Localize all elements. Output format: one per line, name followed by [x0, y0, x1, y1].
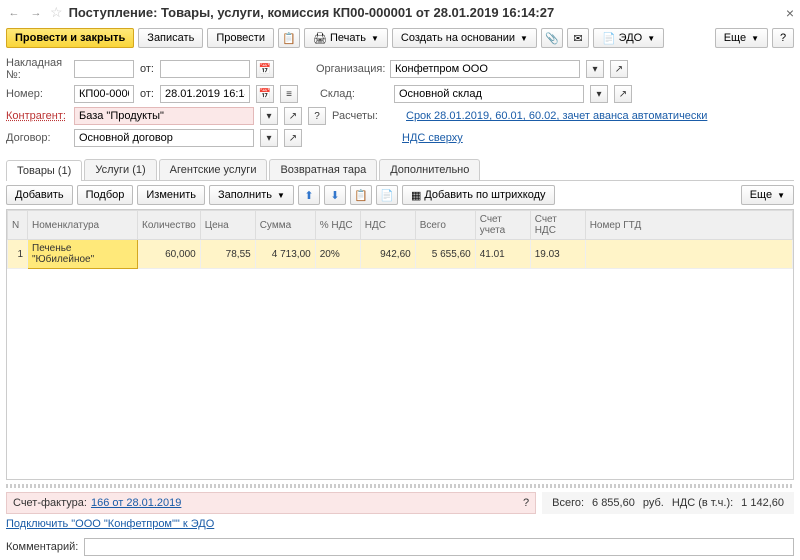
total-value: 6 855,60: [592, 497, 635, 509]
col-name[interactable]: Номенклатура: [28, 211, 138, 240]
grid-empty-area: [7, 269, 793, 479]
col-acct[interactable]: Счет учета: [475, 211, 530, 240]
post-button[interactable]: Провести: [207, 28, 274, 48]
print-button[interactable]: 🖨 Печать▼: [304, 28, 388, 48]
col-sum[interactable]: Сумма: [255, 211, 315, 240]
invoice-label: Накладная №:: [6, 57, 68, 81]
edit-button[interactable]: Изменить: [137, 185, 205, 205]
goods-table: N Номенклатура Количество Цена Сумма % Н…: [7, 210, 793, 269]
col-qty[interactable]: Количество: [138, 211, 201, 240]
counterparty-label: Контрагент:: [6, 110, 68, 122]
warehouse-label: Склад:: [320, 88, 388, 100]
tab-extra[interactable]: Дополнительно: [379, 159, 480, 180]
close-icon[interactable]: ×: [786, 5, 794, 21]
invoice-footer-label: Счет-фактура:: [13, 497, 87, 509]
contract-open[interactable]: ↗: [284, 129, 302, 147]
nav-forward[interactable]: →: [28, 5, 44, 21]
tab-services[interactable]: Услуги (1): [84, 159, 156, 180]
date-input[interactable]: [160, 85, 250, 103]
contract-dropdown[interactable]: ▾: [260, 129, 278, 147]
number-input[interactable]: [74, 85, 134, 103]
counterparty-input[interactable]: [74, 107, 254, 125]
vat-value: 1 142,60: [741, 497, 784, 509]
org-label: Организация:: [316, 63, 384, 75]
vat-mode-link[interactable]: НДС сверху: [402, 132, 463, 144]
comment-label: Комментарий:: [6, 541, 78, 553]
mail-icon[interactable]: ✉: [567, 28, 589, 48]
col-vatrate[interactable]: % НДС: [315, 211, 360, 240]
col-vat[interactable]: НДС: [360, 211, 415, 240]
date-extra[interactable]: ≡: [280, 85, 298, 103]
calendar-icon-2[interactable]: 📅: [256, 85, 274, 103]
from-label-1: от:: [140, 63, 154, 75]
report-icon[interactable]: 📋: [278, 28, 300, 48]
currency: руб.: [643, 497, 664, 509]
tab-agent[interactable]: Агентские услуги: [159, 159, 268, 180]
tab-goods[interactable]: Товары (1): [6, 160, 82, 181]
help-icon[interactable]: ?: [772, 28, 794, 48]
org-input[interactable]: [390, 60, 580, 78]
subtool-more-button[interactable]: Еще▼: [741, 185, 794, 205]
col-total[interactable]: Всего: [415, 211, 475, 240]
nav-back[interactable]: ←: [6, 5, 22, 21]
divider: [6, 484, 794, 488]
write-button[interactable]: Записать: [138, 28, 203, 48]
col-price[interactable]: Цена: [200, 211, 255, 240]
favorite-icon[interactable]: ☆: [50, 4, 63, 21]
connect-edo-link[interactable]: Подключить "ООО "Конфетпром"" к ЭДО: [6, 518, 214, 530]
from-label-2: от:: [140, 88, 154, 100]
invoice-footer-link[interactable]: 166 от 28.01.2019: [91, 497, 181, 509]
attach-icon[interactable]: 📎: [541, 28, 563, 48]
counterparty-help[interactable]: ?: [308, 107, 326, 125]
tab-returnable[interactable]: Возвратная тара: [269, 159, 377, 180]
edo-button[interactable]: 📄 ЭДО▼: [593, 28, 664, 48]
post-close-button[interactable]: Провести и закрыть: [6, 28, 134, 48]
contract-input[interactable]: [74, 129, 254, 147]
warehouse-input[interactable]: [394, 85, 584, 103]
calendar-icon-1[interactable]: 📅: [256, 60, 274, 78]
comment-input[interactable]: [84, 538, 794, 556]
org-dropdown[interactable]: ▾: [586, 60, 604, 78]
col-gtd[interactable]: Номер ГТД: [585, 211, 792, 240]
invoice-number-input[interactable]: [74, 60, 134, 78]
add-button[interactable]: Добавить: [6, 185, 73, 205]
invoice-date-input[interactable]: [160, 60, 250, 78]
more-button[interactable]: Еще▼: [715, 28, 768, 48]
counterparty-open[interactable]: ↗: [284, 107, 302, 125]
invoice-help[interactable]: ?: [523, 497, 529, 509]
create-based-button[interactable]: Создать на основании▼: [392, 28, 537, 48]
window-title: Поступление: Товары, услуги, комиссия КП…: [69, 5, 780, 20]
fill-button[interactable]: Заполнить▼: [209, 185, 294, 205]
col-n[interactable]: N: [8, 211, 28, 240]
add-barcode-button[interactable]: ▦ Добавить по штрихкоду: [402, 185, 555, 205]
contract-label: Договор:: [6, 132, 68, 144]
org-open[interactable]: ↗: [610, 60, 628, 78]
col-vatacct[interactable]: Счет НДС: [530, 211, 585, 240]
pick-button[interactable]: Подбор: [77, 185, 134, 205]
paste-icon[interactable]: 📄: [376, 185, 398, 205]
total-label: Всего:: [552, 497, 584, 509]
table-row[interactable]: 1 Печенье "Юбилейное" 60,000 78,55 4 713…: [8, 240, 793, 269]
tabs: Товары (1) Услуги (1) Агентские услуги В…: [6, 159, 794, 181]
warehouse-dropdown[interactable]: ▾: [590, 85, 608, 103]
number-label: Номер:: [6, 88, 68, 100]
settlements-label: Расчеты:: [332, 110, 400, 122]
copy-icon[interactable]: 📋: [350, 185, 372, 205]
move-down-icon[interactable]: ⬇: [324, 185, 346, 205]
move-up-icon[interactable]: ⬆: [298, 185, 320, 205]
warehouse-open[interactable]: ↗: [614, 85, 632, 103]
vat-label: НДС (в т.ч.):: [672, 497, 733, 509]
counterparty-dropdown[interactable]: ▾: [260, 107, 278, 125]
settlements-link[interactable]: Срок 28.01.2019, 60.01, 60.02, зачет ава…: [406, 110, 707, 122]
